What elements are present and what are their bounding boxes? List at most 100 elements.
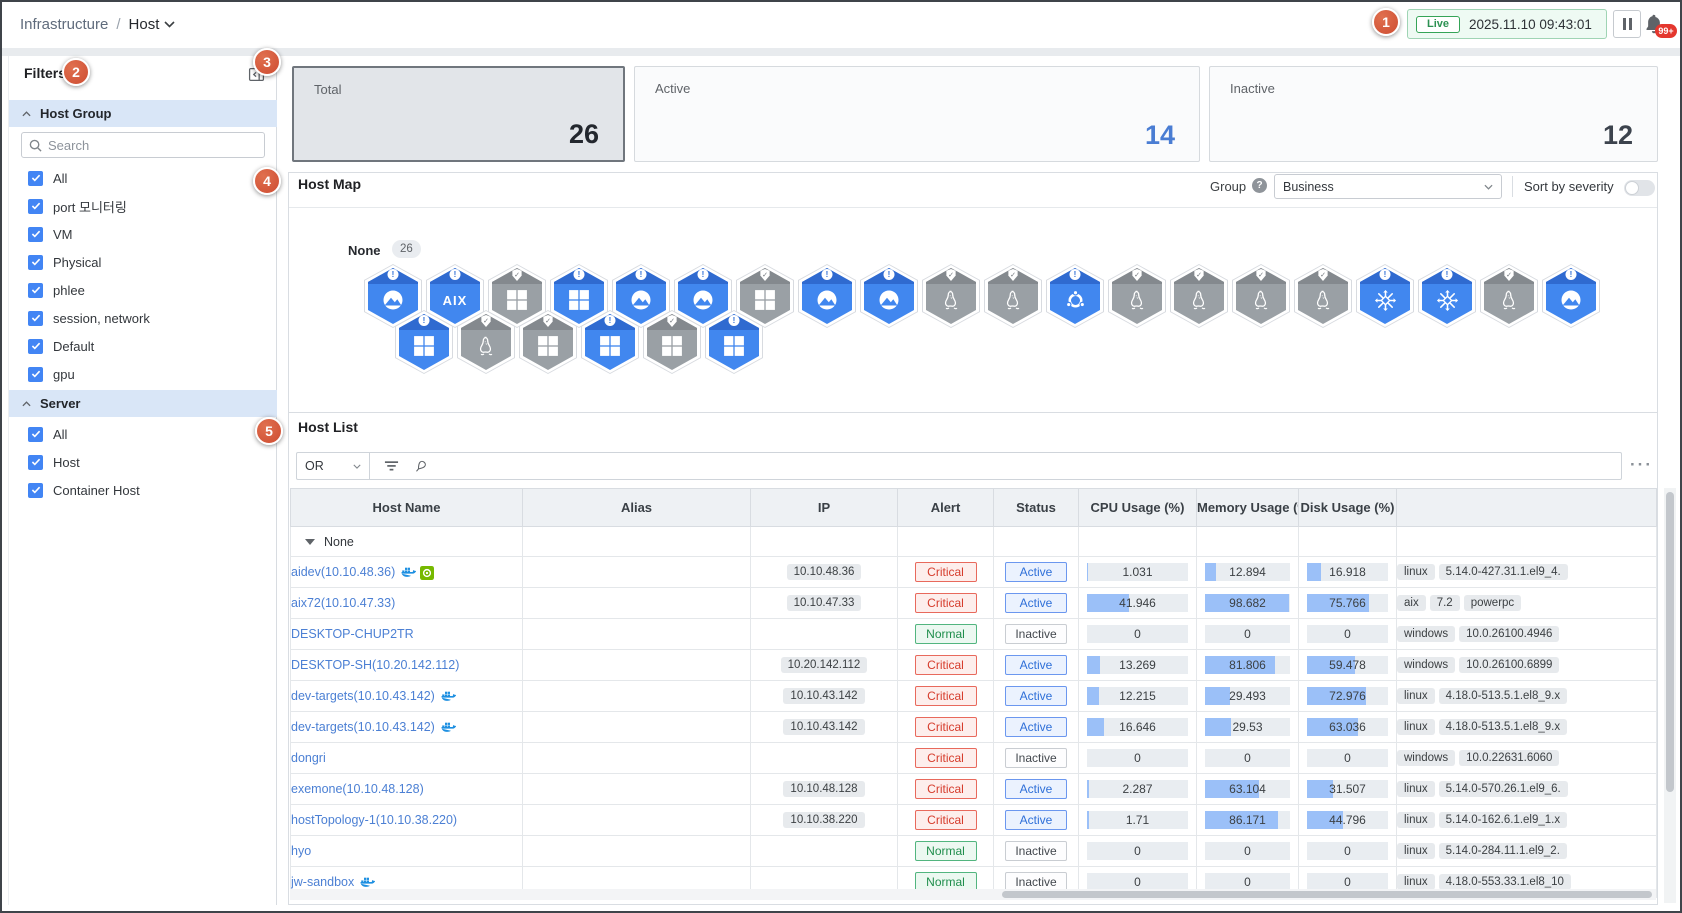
hexagon-host-tux[interactable]: ✓ — [1170, 264, 1228, 328]
table-row[interactable]: DESKTOP-SH(10.20.142.112)10.20.142.112Cr… — [291, 650, 1657, 681]
help-icon[interactable]: ? — [1252, 178, 1267, 193]
host-group-search[interactable] — [21, 132, 265, 158]
hexagon-host-windows[interactable]: ! — [705, 310, 763, 374]
hexagon-host-tux[interactable]: ✓ — [1294, 264, 1352, 328]
section-host-group[interactable]: Host Group — [9, 100, 277, 127]
filter-icon[interactable] — [384, 460, 399, 472]
host-group-item[interactable]: Default — [9, 332, 277, 360]
host-link[interactable]: dev-targets(10.10.43.142) — [291, 689, 435, 703]
host-link[interactable]: exemone(10.10.48.128) — [291, 782, 424, 796]
table-row[interactable]: dongriCriticalInactive000windows10.0.226… — [291, 743, 1657, 774]
table-row[interactable]: hostTopology-1(10.10.38.220)10.10.38.220… — [291, 805, 1657, 836]
host-link[interactable]: dongri — [291, 751, 326, 765]
alias-cell — [523, 681, 751, 712]
column-header-ip[interactable]: IP — [751, 489, 898, 527]
aix-icon: AIX — [435, 285, 475, 315]
server-item[interactable]: All — [9, 420, 277, 448]
column-header-alias[interactable]: Alias — [523, 489, 751, 527]
host-link[interactable]: dev-targets(10.10.43.142) — [291, 720, 435, 734]
table-row[interactable]: aidev(10.10.48.36)10.10.48.36CriticalAct… — [291, 557, 1657, 588]
hexagon-host-windows[interactable]: ! — [395, 310, 453, 374]
vertical-scrollbar-thumb[interactable] — [1666, 492, 1674, 792]
hexagon-host-tux[interactable]: ✓ — [1232, 264, 1290, 328]
host-link[interactable]: jw-sandbox — [291, 875, 354, 889]
checkbox-checked[interactable] — [28, 227, 43, 242]
table-row[interactable]: DESKTOP-CHUP2TRNormalInactive000windows1… — [291, 619, 1657, 650]
alert-badge: Critical — [915, 686, 977, 706]
host-group-item[interactable]: Physical — [9, 248, 277, 276]
checkbox-checked[interactable] — [28, 339, 43, 354]
checkbox-checked[interactable] — [28, 311, 43, 326]
inactive-card[interactable]: Inactive 12 — [1209, 66, 1658, 162]
ip-cell: 10.10.48.128 — [751, 774, 898, 805]
host-link[interactable]: DESKTOP-SH(10.20.142.112) — [291, 658, 459, 672]
column-header-alert[interactable]: Alert — [898, 489, 994, 527]
column-header-cpu-usage-[interactable]: CPU Usage (%) — [1079, 489, 1197, 527]
hexagon-host-tux[interactable]: ✓ — [922, 264, 980, 328]
table-row[interactable]: dev-targets(10.10.43.142)10.10.43.142Cri… — [291, 681, 1657, 712]
usage-cell: 0 — [1299, 619, 1397, 650]
status-cell: Active — [994, 681, 1079, 712]
table-row[interactable]: dev-targets(10.10.43.142)10.10.43.142Cri… — [291, 712, 1657, 743]
vertical-scrollbar[interactable] — [1664, 488, 1676, 903]
hexagon-host-centos[interactable]: ! — [1356, 264, 1414, 328]
search-input[interactable] — [48, 138, 238, 153]
host-group-item[interactable]: port 모니터링 — [9, 192, 277, 220]
hexagon-host-rocky[interactable]: ! — [798, 264, 856, 328]
server-item[interactable]: Container Host — [9, 476, 277, 504]
checkbox-checked[interactable] — [28, 483, 43, 498]
hexagon-host-ubuntu[interactable]: ! — [1046, 264, 1104, 328]
pause-button[interactable] — [1613, 10, 1641, 38]
column-header-information[interactable]: Information — [1397, 489, 1657, 527]
host-group-item[interactable]: session, network — [9, 304, 277, 332]
server-item[interactable]: Host — [9, 448, 277, 476]
hexagon-host-tux[interactable]: ✓ — [984, 264, 1042, 328]
hexagon-host-rocky[interactable]: ! — [1542, 264, 1600, 328]
active-card[interactable]: Active 14 — [634, 66, 1200, 162]
group-select[interactable]: Business — [1274, 174, 1502, 199]
checkbox-checked[interactable] — [28, 283, 43, 298]
host-link[interactable]: aidev(10.10.48.36) — [291, 565, 395, 579]
horizontal-scrollbar[interactable] — [290, 889, 1656, 900]
table-row[interactable]: exemone(10.10.48.128)10.10.48.128Critica… — [291, 774, 1657, 805]
host-group-item[interactable]: phlee — [9, 276, 277, 304]
column-header-host-name[interactable]: Host Name — [291, 489, 523, 527]
host-group-item[interactable]: VM — [9, 220, 277, 248]
hexagon-host-tux[interactable]: ✓ — [1108, 264, 1166, 328]
checkbox-checked[interactable] — [28, 255, 43, 270]
sort-by-severity-toggle[interactable] — [1624, 180, 1655, 196]
host-link[interactable]: hostTopology-1(10.10.38.220) — [291, 813, 457, 827]
group-collapse-caret-icon[interactable] — [305, 539, 315, 545]
table-row[interactable]: hyoNormalInactive000linux5.14.0-284.11.1… — [291, 836, 1657, 867]
hexagon-host-tux[interactable]: ✓ — [457, 310, 515, 374]
column-header-status[interactable]: Status — [994, 489, 1079, 527]
host-group-item[interactable]: gpu — [9, 360, 277, 388]
checkbox-checked[interactable] — [28, 455, 43, 470]
section-server[interactable]: Server — [9, 390, 277, 417]
hexagon-host-tux[interactable]: ✓ — [1480, 264, 1538, 328]
docker-icon — [441, 721, 456, 733]
total-card[interactable]: Total 26 — [292, 66, 625, 162]
more-options-icon[interactable]: ··· — [1630, 455, 1653, 475]
breadcrumb-host-dropdown[interactable]: Host — [129, 16, 176, 33]
checkbox-checked[interactable] — [28, 199, 43, 214]
table-row[interactable]: aix72(10.10.47.33)10.10.47.33CriticalAct… — [291, 588, 1657, 619]
hexagon-host-windows[interactable]: ✓ — [519, 310, 577, 374]
host-link[interactable]: DESKTOP-CHUP2TR — [291, 627, 414, 641]
pin-icon[interactable] — [413, 459, 428, 474]
checkbox-checked[interactable] — [28, 367, 43, 382]
host-group-item[interactable]: All — [9, 164, 277, 192]
checkbox-checked[interactable] — [28, 171, 43, 186]
hexagon-host-centos[interactable]: ! — [1418, 264, 1476, 328]
host-link[interactable]: aix72(10.10.47.33) — [291, 596, 395, 610]
column-header-disk-usage-[interactable]: Disk Usage (%) — [1299, 489, 1397, 527]
hexagon-host-windows[interactable]: ✓ — [643, 310, 701, 374]
column-header-memory-usage-[interactable]: Memory Usage (%) — [1197, 489, 1299, 527]
table-group-row[interactable]: None — [291, 527, 1657, 557]
hexagon-host-windows[interactable]: ! — [581, 310, 639, 374]
host-link[interactable]: hyo — [291, 844, 311, 858]
filter-operator-select[interactable]: OR — [297, 453, 370, 479]
hexagon-host-rocky[interactable]: ! — [860, 264, 918, 328]
checkbox-checked[interactable] — [28, 427, 43, 442]
breadcrumb-infrastructure[interactable]: Infrastructure — [20, 16, 108, 33]
